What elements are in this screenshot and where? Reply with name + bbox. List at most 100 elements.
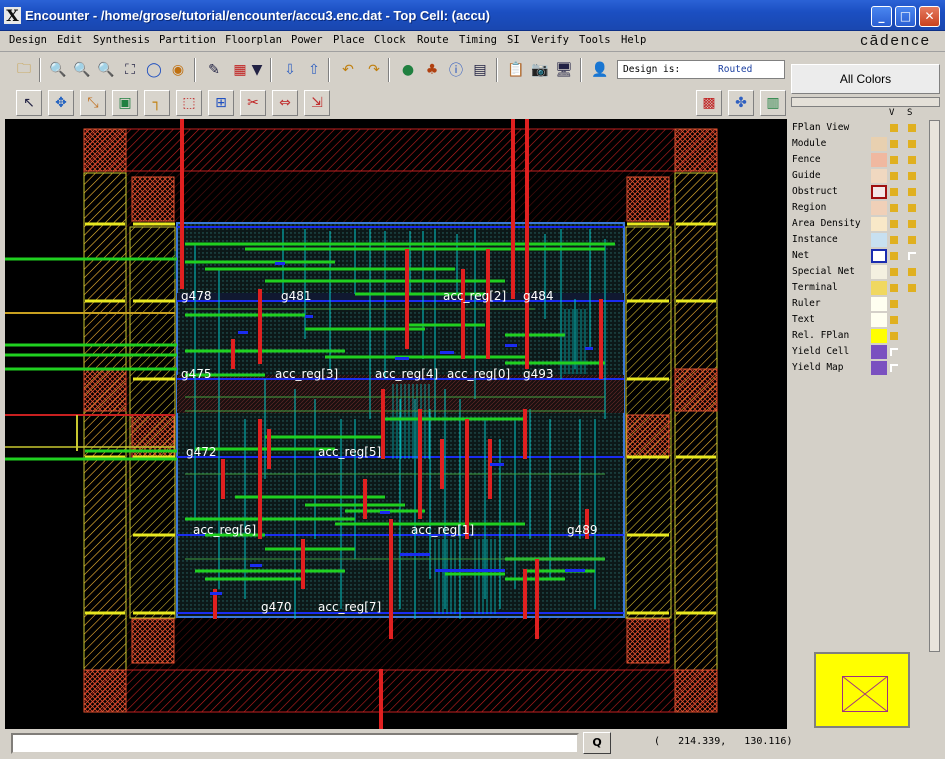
resize-button[interactable]: ⇲ xyxy=(304,90,330,116)
selectable-checkbox[interactable] xyxy=(908,284,916,292)
globe-button[interactable]: ● xyxy=(396,58,420,82)
layer-row[interactable]: Special Net xyxy=(790,264,928,280)
layer-color-swatch[interactable] xyxy=(871,249,887,263)
layer-color-swatch[interactable] xyxy=(871,329,887,343)
cell-label[interactable]: g484 xyxy=(523,289,554,303)
layer-row[interactable]: Fence xyxy=(790,152,928,168)
menu-help[interactable]: Help xyxy=(621,34,646,46)
visible-checkbox[interactable] xyxy=(890,220,898,228)
menu-floorplan[interactable]: Floorplan xyxy=(225,34,282,46)
layer-color-swatch[interactable] xyxy=(871,217,887,231)
color-dropdown-button[interactable]: ▼ xyxy=(250,58,264,82)
selectable-checkbox[interactable] xyxy=(908,140,916,148)
visible-checkbox[interactable] xyxy=(890,284,898,292)
amoeba-view-button[interactable]: ✤ xyxy=(728,90,754,116)
zoom-out-button[interactable]: 🔍 xyxy=(70,58,94,82)
stretch-button[interactable]: ⤡ xyxy=(80,90,106,116)
visible-checkbox[interactable] xyxy=(890,252,898,260)
layer-color-swatch[interactable] xyxy=(871,361,887,375)
menu-si[interactable]: SI xyxy=(507,34,520,46)
visible-checkbox[interactable] xyxy=(890,348,898,356)
layer-color-swatch[interactable] xyxy=(871,297,887,311)
selectable-checkbox[interactable] xyxy=(908,220,916,228)
monitor-button[interactable]: 🖥 xyxy=(552,58,576,82)
layer-row[interactable]: Terminal xyxy=(790,280,928,296)
open-button[interactable]: 🗀 xyxy=(12,58,36,82)
visible-checkbox[interactable] xyxy=(890,188,898,196)
zoom-in-button[interactable]: 🔍 xyxy=(46,58,70,82)
menu-tools[interactable]: Tools xyxy=(579,34,611,46)
chip-button[interactable]: ▣ xyxy=(112,90,138,116)
visible-checkbox[interactable] xyxy=(890,332,898,340)
cell-label[interactable]: acc_reg[2] xyxy=(443,289,506,303)
layer-color-swatch[interactable] xyxy=(871,137,887,151)
selectable-checkbox[interactable] xyxy=(908,156,916,164)
menu-synthesis[interactable]: Synthesis xyxy=(93,34,150,46)
layer-row[interactable]: Net xyxy=(790,248,928,264)
flip-up-button[interactable]: ⇧ xyxy=(302,58,326,82)
layer-row[interactable]: Region xyxy=(790,200,928,216)
info-button[interactable]: ⓘ xyxy=(444,58,468,82)
route-button[interactable]: ┐ xyxy=(144,90,170,116)
layer-row[interactable]: Area Density xyxy=(790,216,928,232)
menu-timing[interactable]: Timing xyxy=(459,34,497,46)
cell-label[interactable]: acc_reg[1] xyxy=(411,523,474,537)
layer-color-swatch[interactable] xyxy=(871,345,887,359)
cell-label[interactable]: acc_reg[5] xyxy=(318,445,381,459)
zoom-fit-button[interactable]: ⛶ xyxy=(118,58,142,82)
undo-button[interactable]: ↶ xyxy=(336,58,360,82)
cut-button[interactable]: ✂ xyxy=(240,90,266,116)
x-window-icon[interactable]: X xyxy=(4,7,21,24)
visible-checkbox[interactable] xyxy=(890,300,898,308)
highlight-button[interactable]: ✎ xyxy=(202,58,226,82)
visibility-slider[interactable] xyxy=(791,97,940,107)
menu-edit[interactable]: Edit xyxy=(57,34,82,46)
all-colors-button[interactable]: All Colors xyxy=(791,64,940,94)
select-button[interactable]: ↖ xyxy=(16,90,42,116)
cell-label[interactable]: g475 xyxy=(181,367,212,381)
selectable-checkbox[interactable] xyxy=(908,124,916,132)
selectable-checkbox[interactable] xyxy=(908,204,916,212)
layer-row[interactable]: Yield Cell xyxy=(790,344,928,360)
layer-color-swatch[interactable] xyxy=(871,281,887,295)
maximize-button[interactable]: □ xyxy=(895,6,916,27)
cell-label[interactable]: acc_reg[0] xyxy=(447,367,510,381)
cell-label[interactable]: g470 xyxy=(261,600,292,614)
move-button[interactable]: ✥ xyxy=(48,90,74,116)
visible-checkbox[interactable] xyxy=(890,316,898,324)
layer-color-swatch[interactable] xyxy=(871,169,887,183)
visible-checkbox[interactable] xyxy=(890,364,898,372)
command-input[interactable] xyxy=(11,733,579,754)
selectable-checkbox[interactable] xyxy=(908,188,916,196)
visible-checkbox[interactable] xyxy=(890,140,898,148)
selectable-checkbox[interactable] xyxy=(908,236,916,244)
measure-button[interactable]: ⊞ xyxy=(208,90,234,116)
menu-clock[interactable]: Clock xyxy=(374,34,406,46)
menu-partition[interactable]: Partition xyxy=(159,34,216,46)
layer-row[interactable]: FPlan View xyxy=(790,120,928,136)
layer-color-swatch[interactable] xyxy=(871,201,887,215)
selectable-checkbox[interactable] xyxy=(908,252,916,260)
layer-color-swatch[interactable] xyxy=(871,313,887,327)
align-button[interactable]: ⇔ xyxy=(272,90,298,116)
visible-checkbox[interactable] xyxy=(890,236,898,244)
person-button[interactable]: 👤 xyxy=(588,58,612,82)
layer-row[interactable]: Obstruct xyxy=(790,184,928,200)
floorplan-view-button[interactable]: ▩ xyxy=(696,90,722,116)
layer-color-swatch[interactable] xyxy=(871,153,887,167)
visible-checkbox[interactable] xyxy=(890,204,898,212)
selectable-checkbox[interactable] xyxy=(908,268,916,276)
visible-checkbox[interactable] xyxy=(890,172,898,180)
camera-button[interactable]: 📷 xyxy=(528,58,552,82)
clipboard-button[interactable]: 📋 xyxy=(504,58,528,82)
physical-view-button[interactable]: ▥ xyxy=(760,90,786,116)
layout-canvas[interactable]: g478 g481 acc_reg[2] g484 g475 acc_reg[3… xyxy=(5,119,787,729)
hierarchy-button[interactable]: ♣ xyxy=(420,58,444,82)
cell-label[interactable]: acc_reg[6] xyxy=(193,523,256,537)
layer-color-swatch[interactable] xyxy=(871,233,887,247)
layer-row[interactable]: Guide xyxy=(790,168,928,184)
cell-label[interactable]: g472 xyxy=(186,445,217,459)
layout-view[interactable]: g478 g481 acc_reg[2] g484 g475 acc_reg[3… xyxy=(5,119,787,729)
layer-row[interactable]: Instance xyxy=(790,232,928,248)
minimize-button[interactable]: _ xyxy=(871,6,892,27)
